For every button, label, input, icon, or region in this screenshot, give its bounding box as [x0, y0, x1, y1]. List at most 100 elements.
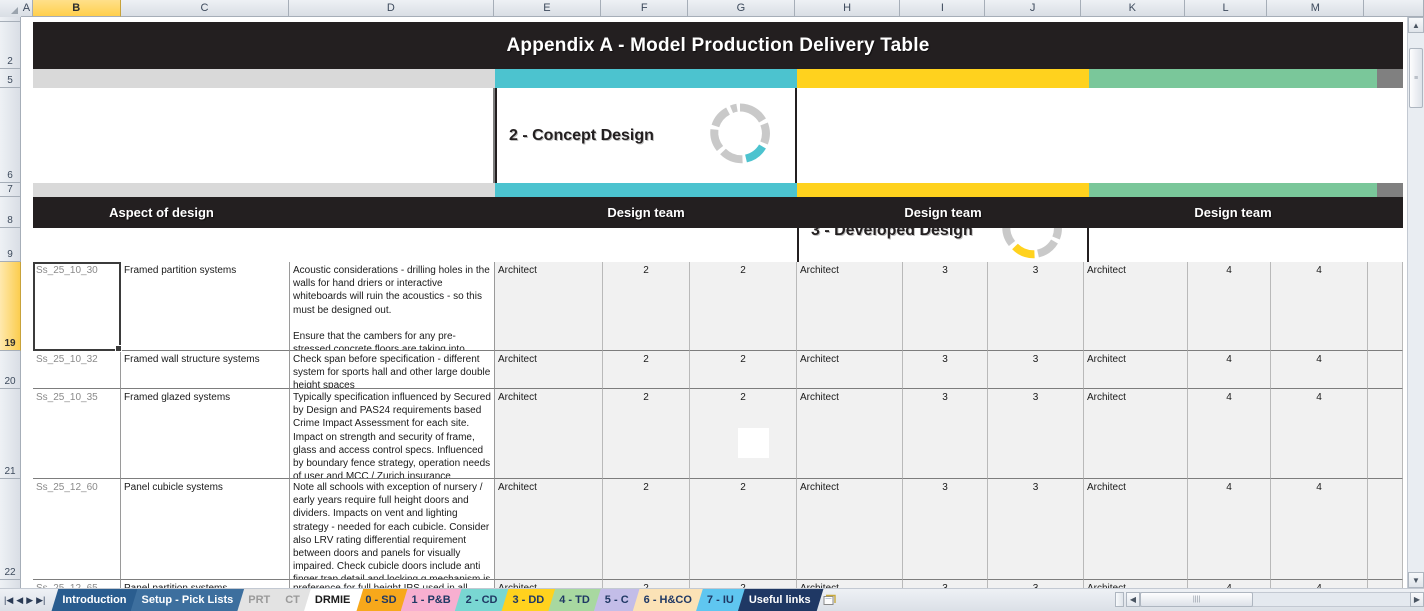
row-header-8[interactable]: 8	[0, 197, 21, 228]
cell-developed-loi[interactable]: 3	[988, 389, 1084, 479]
hscroll-track[interactable]: ||||	[1140, 592, 1410, 607]
tab-nav-next-icon[interactable]: ▶	[26, 595, 33, 606]
cell-technical-responsibility[interactable]: Architect	[1084, 479, 1188, 580]
cell-developed-responsibility[interactable]: Architect	[797, 262, 903, 351]
sheet-tab-3-dd[interactable]: 3 - DD	[501, 589, 557, 611]
column-header-e[interactable]: E	[493, 0, 602, 17]
cell-developed-lod[interactable]: 3	[903, 580, 988, 588]
column-header-l[interactable]: L	[1184, 0, 1268, 17]
cell-next-partial[interactable]	[1368, 479, 1403, 580]
cell-technical-responsibility[interactable]: Architect	[1084, 580, 1188, 588]
cell-notes[interactable]: Typically specification influenced by Se…	[290, 389, 495, 479]
cell-title[interactable]: Framed glazed systems	[121, 389, 290, 479]
hscroll-right-button[interactable]: ▶	[1410, 592, 1424, 607]
cell-classification[interactable]: Ss_25_12_65	[33, 580, 121, 588]
column-header-g[interactable]: G	[688, 0, 795, 17]
cell-concept-loi[interactable]: 2	[690, 479, 797, 580]
cell-technical-lod[interactable]: 4	[1188, 580, 1271, 588]
row-header-9[interactable]: 9	[0, 228, 21, 262]
cell-developed-loi[interactable]: 3	[988, 580, 1084, 588]
cell-concept-loi[interactable]: 2	[690, 580, 797, 588]
column-header-j[interactable]: J	[985, 0, 1081, 17]
column-header-d[interactable]: D	[289, 0, 494, 17]
cell-concept-responsibility[interactable]: Architect	[495, 389, 603, 479]
row-header-2[interactable]: 2	[0, 22, 21, 69]
sheet-tab-0-sd[interactable]: 0 - SD	[354, 589, 409, 611]
row-header-20[interactable]: 20	[0, 351, 21, 389]
sheet-tab-6-hco[interactable]: 6 - H&CO	[633, 589, 705, 611]
column-header-c[interactable]: C	[120, 0, 290, 17]
cell-next-partial[interactable]	[1368, 580, 1403, 588]
cell-developed-responsibility[interactable]: Architect	[797, 351, 903, 389]
cell-classification[interactable]: Ss_25_10_35	[33, 389, 121, 479]
cell-technical-responsibility[interactable]: Architect	[1084, 351, 1188, 389]
cell-title[interactable]: Framed partition systems	[121, 262, 290, 351]
scroll-down-button[interactable]: ▼	[1408, 572, 1424, 588]
cell-technical-loi[interactable]: 4	[1271, 262, 1368, 351]
column-header-i[interactable]: I	[900, 0, 986, 17]
tab-nav-first-icon[interactable]: |◀	[4, 595, 13, 606]
cell-technical-lod[interactable]: 4	[1188, 262, 1271, 351]
cell-developed-lod[interactable]: 3	[903, 351, 988, 389]
cell-technical-responsibility[interactable]: Architect	[1084, 262, 1188, 351]
row-header-5[interactable]: 5	[0, 69, 21, 88]
sheet-tab-setup-pick-lists[interactable]: Setup - Pick Lists	[131, 589, 247, 611]
cell-developed-loi[interactable]: 3	[988, 479, 1084, 580]
cell-classification[interactable]: Ss_25_10_32	[33, 351, 121, 389]
column-header-k[interactable]: K	[1080, 0, 1185, 17]
hscroll-left-button[interactable]: ◀	[1126, 592, 1140, 607]
cell-concept-lod[interactable]: 2	[603, 262, 690, 351]
cell-title[interactable]: Framed wall structure systems	[121, 351, 290, 389]
cell-next-partial[interactable]	[1368, 389, 1403, 479]
column-header-m[interactable]: M	[1267, 0, 1365, 17]
cell-developed-responsibility[interactable]: Architect	[797, 580, 903, 588]
cell-technical-lod[interactable]: 4	[1188, 351, 1271, 389]
sheet-tab-useful-links[interactable]: Useful links	[738, 589, 824, 611]
vertical-scrollbar[interactable]: ▲ ≡ ▼	[1407, 17, 1424, 588]
row-header-6[interactable]: 6	[0, 88, 21, 183]
sheet-tab-drmie[interactable]: DRMIE	[304, 589, 363, 611]
cell-classification[interactable]: Ss_25_10_30	[33, 262, 121, 351]
cell-technical-loi[interactable]: 4	[1271, 580, 1368, 588]
cell-concept-lod[interactable]: 2	[603, 351, 690, 389]
cell-notes[interactable]: preference for full height IPS used in a…	[290, 580, 495, 588]
cell-developed-loi[interactable]: 3	[988, 351, 1084, 389]
column-header-h[interactable]: H	[794, 0, 901, 17]
cell-notes[interactable]: Check span before specification - differ…	[290, 351, 495, 389]
cell-technical-lod[interactable]: 4	[1188, 389, 1271, 479]
tab-nav-last-icon[interactable]: ▶|	[36, 595, 45, 606]
cell-concept-responsibility[interactable]: Architect	[495, 262, 603, 351]
cell-technical-responsibility[interactable]: Architect	[1084, 389, 1188, 479]
cell-technical-lod[interactable]: 4	[1188, 479, 1271, 580]
horizontal-scrollbar[interactable]: ◀ |||| ▶	[1115, 588, 1424, 611]
sheet-tab-1-pb[interactable]: 1 - P&B	[401, 589, 464, 611]
cell-developed-loi[interactable]: 3	[988, 262, 1084, 351]
vertical-scroll-thumb[interactable]: ≡	[1409, 48, 1423, 108]
tab-split-handle[interactable]	[1115, 592, 1124, 607]
cell-developed-lod[interactable]: 3	[903, 389, 988, 479]
row-header-21[interactable]: 21	[0, 389, 21, 479]
cell-next-partial[interactable]	[1368, 351, 1403, 389]
cell-concept-responsibility[interactable]: Architect	[495, 479, 603, 580]
column-header-b[interactable]: B	[32, 0, 121, 17]
row-header-19[interactable]: 19	[0, 262, 21, 351]
cell-technical-loi[interactable]: 4	[1271, 479, 1368, 580]
sheet-tab-introduction[interactable]: Introduction	[51, 589, 139, 611]
tab-nav-prev-icon[interactable]: ◀	[16, 595, 23, 606]
cell-developed-responsibility[interactable]: Architect	[797, 389, 903, 479]
column-header-f[interactable]: F	[601, 0, 689, 17]
cell-concept-responsibility[interactable]: Architect	[495, 580, 603, 588]
cell-concept-lod[interactable]: 2	[603, 479, 690, 580]
select-all-corner[interactable]	[0, 0, 21, 17]
column-header-n-partial[interactable]	[1364, 0, 1424, 17]
row-header-22[interactable]: 22	[0, 479, 21, 580]
row-header-7[interactable]: 7	[0, 183, 21, 197]
cell-next-partial[interactable]	[1368, 262, 1403, 351]
cell-developed-responsibility[interactable]: Architect	[797, 479, 903, 580]
cell-concept-loi[interactable]: 2	[690, 351, 797, 389]
horizontal-scroll-thumb[interactable]: ||||	[1140, 592, 1253, 607]
cell-notes[interactable]: Acoustic considerations - drilling holes…	[290, 262, 495, 351]
sheet-tab-2-cd[interactable]: 2 - CD	[455, 589, 511, 611]
sheet-tab-4-td[interactable]: 4 - TD	[548, 589, 603, 611]
cell-technical-loi[interactable]: 4	[1271, 351, 1368, 389]
